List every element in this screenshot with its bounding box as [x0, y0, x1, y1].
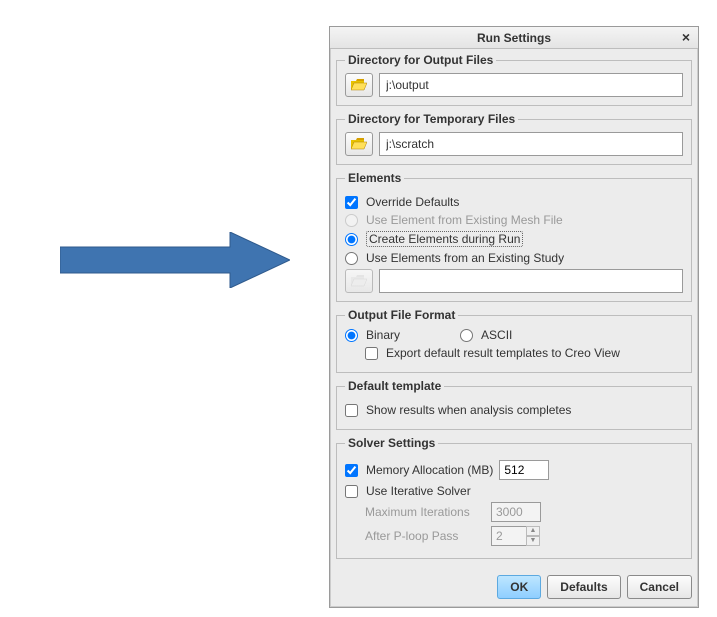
- use-existing-mesh-radio: [345, 214, 358, 227]
- folder-open-icon: [351, 78, 367, 92]
- override-defaults-label: Override Defaults: [366, 195, 459, 209]
- use-existing-mesh-label: Use Element from Existing Mesh File: [366, 213, 563, 227]
- temp-dir-input[interactable]: [379, 132, 683, 156]
- browse-output-dir-button[interactable]: [345, 73, 373, 97]
- memory-allocation-label: Memory Allocation (MB): [366, 463, 493, 477]
- output-format-group: Output File Format Binary ASCII Export d…: [336, 308, 692, 373]
- max-iterations-input: [491, 502, 541, 522]
- dialog-titlebar: Run Settings ×: [330, 27, 698, 49]
- close-icon[interactable]: ×: [678, 29, 694, 45]
- max-iterations-label: Maximum Iterations: [365, 505, 485, 519]
- show-results-checkbox[interactable]: [345, 404, 358, 417]
- browse-elements-path-button: [345, 269, 373, 293]
- run-settings-dialog: Run Settings × Directory for Output File…: [329, 26, 699, 608]
- iterative-solver-label: Use Iterative Solver: [366, 484, 471, 498]
- solver-settings-legend: Solver Settings: [345, 436, 438, 450]
- temp-dir-legend: Directory for Temporary Files: [345, 112, 518, 126]
- memory-allocation-checkbox[interactable]: [345, 464, 358, 477]
- dialog-title: Run Settings: [477, 31, 551, 45]
- dialog-button-bar: OK Defaults Cancel: [330, 571, 698, 607]
- output-dir-input[interactable]: [379, 73, 683, 97]
- after-ploop-input: [491, 526, 527, 546]
- binary-label: Binary: [366, 328, 400, 342]
- folder-open-icon: [351, 274, 367, 288]
- ok-button[interactable]: OK: [497, 575, 541, 599]
- default-template-legend: Default template: [345, 379, 444, 393]
- cancel-button[interactable]: Cancel: [627, 575, 692, 599]
- after-ploop-label: After P-loop Pass: [365, 529, 485, 543]
- default-template-group: Default template Show results when analy…: [336, 379, 692, 430]
- pointer-arrow: [60, 232, 290, 288]
- spin-up-icon: ▲: [526, 526, 540, 536]
- binary-radio[interactable]: [345, 329, 358, 342]
- output-dir-group: Directory for Output Files: [336, 53, 692, 106]
- solver-settings-group: Solver Settings Memory Allocation (MB) U…: [336, 436, 692, 559]
- iterative-solver-checkbox[interactable]: [345, 485, 358, 498]
- elements-legend: Elements: [345, 171, 404, 185]
- elements-path-input[interactable]: [379, 269, 683, 293]
- use-existing-study-label: Use Elements from an Existing Study: [366, 251, 564, 265]
- export-templates-label: Export default result templates to Creo …: [386, 346, 620, 360]
- create-during-run-radio[interactable]: [345, 233, 358, 246]
- temp-dir-group: Directory for Temporary Files: [336, 112, 692, 165]
- defaults-button[interactable]: Defaults: [547, 575, 620, 599]
- ascii-label: ASCII: [481, 328, 512, 342]
- create-during-run-label: Create Elements during Run: [366, 231, 523, 247]
- browse-temp-dir-button[interactable]: [345, 132, 373, 156]
- folder-open-icon: [351, 137, 367, 151]
- ascii-radio[interactable]: [460, 329, 473, 342]
- show-results-label: Show results when analysis completes: [366, 403, 571, 417]
- memory-allocation-input[interactable]: [499, 460, 549, 480]
- output-format-legend: Output File Format: [345, 308, 458, 322]
- spin-down-icon: ▼: [526, 536, 540, 546]
- after-ploop-spinner: ▲ ▼: [526, 526, 540, 546]
- override-defaults-checkbox[interactable]: [345, 196, 358, 209]
- use-existing-study-radio[interactable]: [345, 252, 358, 265]
- export-templates-checkbox[interactable]: [365, 347, 378, 360]
- output-dir-legend: Directory for Output Files: [345, 53, 496, 67]
- elements-group: Elements Override Defaults Use Element f…: [336, 171, 692, 302]
